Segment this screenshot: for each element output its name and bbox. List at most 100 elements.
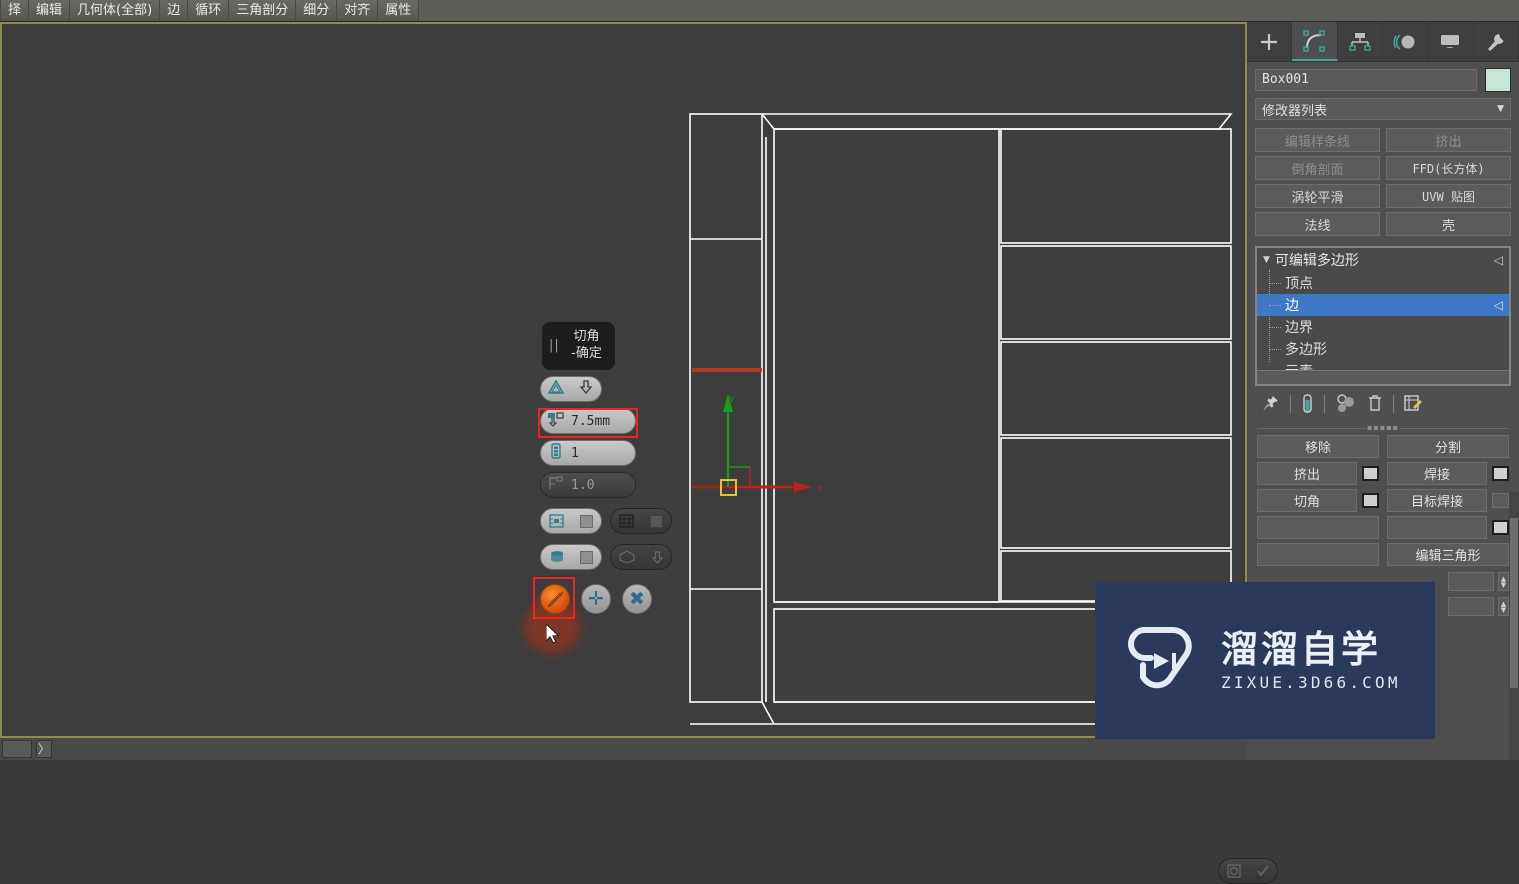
scrollbar-thumb[interactable] xyxy=(1510,518,1518,688)
sub-object-vertex[interactable]: 顶点 xyxy=(1257,272,1509,294)
smooth-check-icon xyxy=(1257,865,1269,877)
modifier-stack[interactable]: ▼ 可编辑多边形 ◁ 顶点 边 ◁ 边界 多边形 元素 xyxy=(1255,246,1511,386)
apply-and-continue-button[interactable] xyxy=(540,584,570,614)
open-chamfer-toggle[interactable] xyxy=(540,508,602,534)
caddy-mode-toggle-row[interactable] xyxy=(540,376,602,402)
edge-weight-spinner[interactable]: ▲ ▼ xyxy=(1498,597,1509,616)
modifier-button-normal[interactable]: 法线 xyxy=(1255,212,1380,236)
create-tab[interactable] xyxy=(1247,22,1293,61)
weld-threshold-spinner[interactable]: ▲ ▼ xyxy=(1498,572,1509,591)
quad-chamfer-state-square xyxy=(650,514,663,528)
menu-item-triangulation[interactable]: 三角剖分 xyxy=(229,0,297,21)
configure-sets-icon[interactable] xyxy=(1404,394,1424,413)
tool-separator-3 xyxy=(1393,394,1394,413)
chamfer-settings-button[interactable] xyxy=(1362,493,1379,508)
utilities-tab[interactable] xyxy=(1474,22,1519,61)
expand-panel-button[interactable]: 〉 xyxy=(36,740,52,758)
modifier-button-shell[interactable]: 壳 xyxy=(1386,212,1511,236)
modifier-shortcut-buttons: 编辑样条线 挤出 倒角剖面 FFD(长方体) 涡轮平滑 UVW 贴图 法线 壳 xyxy=(1247,126,1519,238)
modifier-list-dropdown[interactable]: 修改器列表 ▼ xyxy=(1255,98,1511,120)
modifier-button-edit-spline[interactable]: 编辑样条线 xyxy=(1255,128,1380,152)
modifier-button-extrude[interactable]: 挤出 xyxy=(1386,128,1511,152)
menu-item-edge[interactable]: 边 xyxy=(160,0,189,21)
menu-item-select[interactable]: 择 xyxy=(0,0,30,21)
chamfer-button[interactable]: 切角 xyxy=(1257,489,1357,512)
sub-object-edge[interactable]: 边 ◁ xyxy=(1257,294,1509,316)
chamfer-amount-icon xyxy=(541,411,571,431)
command-panel-scrollbar[interactable] xyxy=(1509,492,1519,760)
rollout-divider: ▪▪▪▪▪ xyxy=(1257,423,1509,433)
sub-object-border[interactable]: 边界 xyxy=(1257,316,1509,338)
quad-chamfer-toggle[interactable] xyxy=(610,508,672,534)
extrude-button[interactable]: 挤出 xyxy=(1257,462,1357,485)
caddy-toggle-row-1 xyxy=(540,508,1278,884)
menu-item-geometry[interactable]: 几何体(全部) xyxy=(70,0,161,21)
sub-object-vertex-label: 顶点 xyxy=(1285,276,1313,292)
menu-item-loop[interactable]: 循环 xyxy=(188,0,230,21)
expand-triangle-icon[interactable]: ▼ xyxy=(1263,255,1270,265)
chamfer-amount-field[interactable]: 7.5mm xyxy=(540,408,636,434)
pause-icon: || xyxy=(549,338,560,353)
modifier-button-bevel-profile[interactable]: 倒角剖面 xyxy=(1255,156,1380,180)
caddy-title-line2: -确定 xyxy=(571,346,602,361)
modifier-button-uvw-map[interactable]: UVW 贴图 xyxy=(1386,184,1511,208)
split-button[interactable]: 分割 xyxy=(1387,435,1509,458)
weld-threshold-value[interactable] xyxy=(1448,572,1494,591)
show-end-result-icon[interactable] xyxy=(1301,394,1314,413)
caddy-toggle-row-2 xyxy=(540,544,698,570)
svg-text:y: y xyxy=(729,394,735,404)
object-color-swatch[interactable] xyxy=(1485,68,1511,92)
invert-open-icon xyxy=(1227,864,1241,878)
object-name-row: Box001 xyxy=(1247,62,1519,96)
remove-modifier-icon[interactable] xyxy=(1367,394,1383,413)
smooth-icon xyxy=(550,551,563,562)
display-monitor-icon xyxy=(1441,34,1460,48)
command-panel-tabs xyxy=(1247,22,1519,62)
modify-tab[interactable] xyxy=(1292,22,1338,61)
weld-button[interactable]: 焊接 xyxy=(1387,462,1487,485)
menu-item-subdivide[interactable]: 细分 xyxy=(296,0,338,21)
watermark-overlay: 溜溜自学 ZIXUE.3D66.COM xyxy=(1095,582,1435,739)
edit-triangulation-button[interactable]: 编辑三角形 xyxy=(1387,543,1509,566)
display-tab[interactable] xyxy=(1428,22,1474,61)
menu-item-edit[interactable]: 编辑 xyxy=(29,0,71,21)
motion-tab[interactable] xyxy=(1383,22,1429,61)
sub-object-polygon[interactable]: 多边形 xyxy=(1257,338,1509,360)
weld-settings-button[interactable] xyxy=(1492,466,1509,481)
modifier-button-turbosmooth[interactable]: 涡轮平滑 xyxy=(1255,184,1380,208)
smooth-threshold-toggle[interactable] xyxy=(610,544,672,570)
bridge-button[interactable] xyxy=(1257,516,1379,539)
menu-item-properties[interactable]: 属性 xyxy=(378,0,420,21)
connect-settings-button[interactable] xyxy=(1492,520,1509,535)
cancel-button[interactable]: ✖ xyxy=(622,584,652,614)
modifier-list-row: 修改器列表 ▼ xyxy=(1247,96,1519,126)
apply-arrow-down-icon[interactable] xyxy=(571,380,601,398)
chamfer-type-triangle-icon[interactable] xyxy=(541,379,571,398)
stack-root-arrow-icon: ◁ xyxy=(1493,253,1503,267)
target-weld-button[interactable]: 目标焊接 xyxy=(1387,489,1487,512)
open-chamfer-icon xyxy=(549,514,564,528)
connect-button[interactable] xyxy=(1387,516,1487,539)
chamfer-segments-field[interactable]: 1 xyxy=(540,440,636,466)
object-name-input[interactable]: Box001 xyxy=(1255,69,1477,91)
invert-open-toggle[interactable] xyxy=(1218,858,1278,884)
chamfer-tension-field[interactable]: 1.0 xyxy=(540,472,636,498)
menu-item-align[interactable]: 对齐 xyxy=(337,0,379,21)
ok-button[interactable]: ✛ xyxy=(581,584,611,614)
remove-button[interactable]: 移除 xyxy=(1257,435,1379,458)
create-shape-button[interactable] xyxy=(1257,543,1379,566)
edge-weight-value[interactable] xyxy=(1448,597,1494,616)
smooth-toggle[interactable] xyxy=(540,544,602,570)
mouse-cursor xyxy=(546,624,560,644)
hierarchy-tab[interactable] xyxy=(1338,22,1383,61)
stack-root-editable-poly[interactable]: ▼ 可编辑多边形 ◁ xyxy=(1257,248,1509,272)
make-unique-icon[interactable] xyxy=(1335,394,1357,413)
modifier-button-ffd-box[interactable]: FFD(长方体) xyxy=(1386,156,1511,180)
pin-stack-icon[interactable] xyxy=(1261,394,1280,413)
motion-icon xyxy=(1393,33,1415,50)
wrench-icon xyxy=(1487,33,1504,51)
stack-footer-bar xyxy=(1257,370,1509,384)
cancel-x-icon: ✖ xyxy=(629,587,645,610)
chamfer-amount-value: 7.5mm xyxy=(571,413,611,429)
extrude-settings-button[interactable] xyxy=(1362,466,1379,481)
